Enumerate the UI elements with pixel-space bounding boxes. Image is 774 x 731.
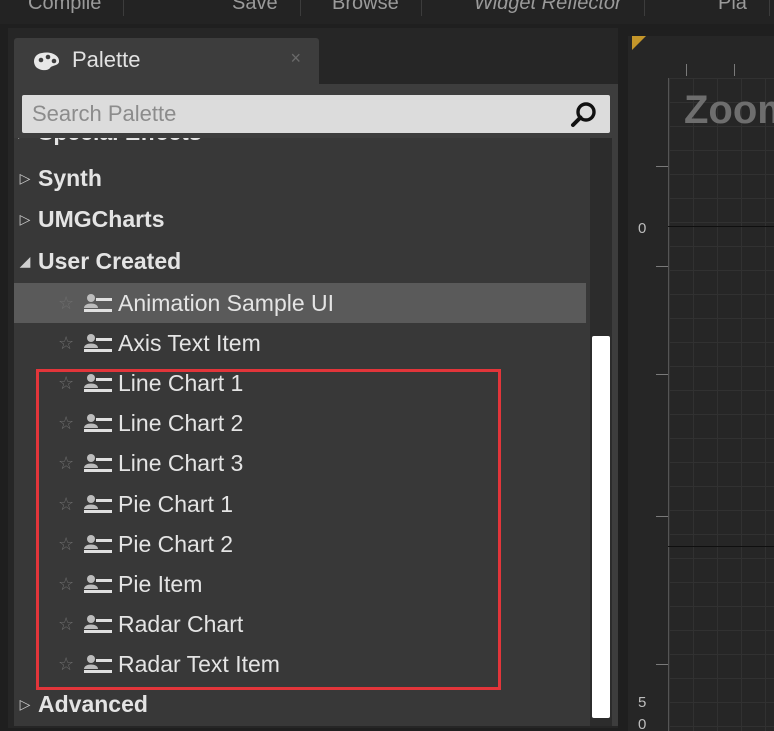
tab-palette[interactable]: Palette × bbox=[14, 38, 319, 84]
browse-button[interactable]: Browse bbox=[310, 0, 422, 16]
top-ruler bbox=[668, 64, 774, 78]
category-label: User Created bbox=[38, 248, 182, 274]
guide-line bbox=[668, 226, 774, 227]
category-label: UMGCharts bbox=[38, 206, 165, 232]
left-ruler bbox=[656, 76, 668, 731]
palette-item-label: Axis Text Item bbox=[118, 330, 261, 356]
palette-icon bbox=[34, 52, 60, 71]
close-icon[interactable]: × bbox=[290, 48, 301, 69]
designer-viewport[interactable]: Zoom 0 5 0 bbox=[628, 36, 774, 731]
category-label: Special Effects bbox=[38, 138, 202, 152]
ruler-label: 5 bbox=[638, 694, 647, 711]
zoom-label: Zoom bbox=[684, 88, 774, 132]
palette-item-label: Animation Sample UI bbox=[118, 290, 335, 316]
palette-tab-label: Palette bbox=[72, 47, 141, 72]
category-special-effects[interactable]: ▷ Special Effects bbox=[14, 138, 586, 152]
search-icon[interactable] bbox=[570, 101, 598, 129]
user-widget-icon bbox=[84, 294, 112, 312]
palette-item[interactable]: ☆ Animation Sample UI bbox=[14, 283, 586, 323]
search-palette-field[interactable] bbox=[22, 95, 610, 133]
widget-reflector-button[interactable]: Widget Reflector bbox=[452, 0, 645, 16]
compile-button[interactable]: Compile bbox=[6, 0, 125, 16]
star-icon[interactable]: ☆ bbox=[58, 323, 74, 363]
category-umgcharts[interactable]: ▷ UMGCharts bbox=[14, 199, 586, 239]
guide-line bbox=[668, 546, 774, 547]
scrollbar-thumb[interactable] bbox=[592, 336, 610, 718]
editor-toolbar: Compile Save Browse Widget Reflector Pla bbox=[0, 0, 774, 24]
save-button[interactable]: Save bbox=[210, 0, 301, 16]
triangle-down-icon: ◢ bbox=[19, 253, 31, 269]
search-input[interactable] bbox=[22, 95, 562, 133]
triangle-right-icon: ▷ bbox=[19, 211, 31, 227]
star-icon[interactable]: ☆ bbox=[58, 283, 74, 323]
palette-item[interactable]: ☆ Axis Text Item bbox=[14, 323, 586, 363]
design-canvas[interactable] bbox=[668, 78, 774, 731]
user-widget-icon bbox=[84, 334, 112, 352]
triangle-right-icon: ▷ bbox=[18, 138, 29, 152]
category-user-created[interactable]: ◢ User Created bbox=[14, 241, 586, 281]
play-button[interactable]: Pla bbox=[696, 0, 770, 16]
triangle-right-icon: ▷ bbox=[19, 696, 31, 712]
category-synth[interactable]: ▷ Synth bbox=[14, 158, 586, 198]
ruler-label: 0 bbox=[638, 220, 647, 237]
category-label: Advanced bbox=[38, 691, 148, 717]
ruler-label: 0 bbox=[638, 716, 647, 731]
highlight-annotation bbox=[36, 369, 501, 690]
corner-marker bbox=[632, 36, 646, 50]
category-advanced[interactable]: ▷ Advanced bbox=[14, 684, 586, 724]
category-label: Synth bbox=[38, 165, 102, 191]
triangle-right-icon: ▷ bbox=[19, 170, 31, 186]
